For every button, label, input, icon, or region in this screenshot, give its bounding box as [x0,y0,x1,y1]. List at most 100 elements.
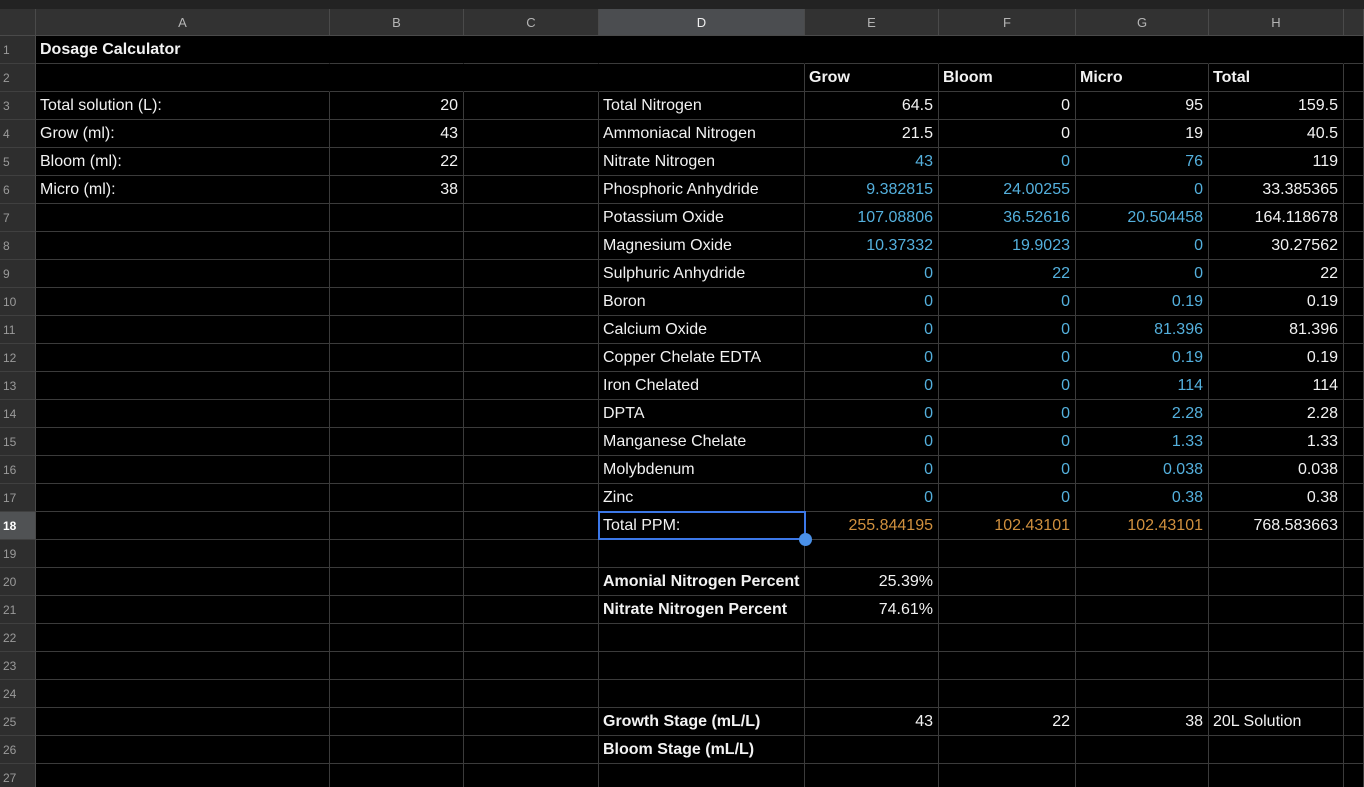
cell-D3[interactable]: Total Nitrogen [599,92,805,120]
cell-G16[interactable]: 0.038 [1076,456,1209,484]
cell-D4[interactable]: Ammoniacal Nitrogen [599,120,805,148]
cell-stub-17[interactable] [1344,484,1364,512]
cell-C14[interactable] [464,400,599,428]
row-header-4[interactable]: 4 [0,120,36,148]
cell-E12[interactable]: 0 [805,344,939,372]
cell-G27[interactable] [1076,764,1209,787]
cell-B26[interactable] [330,736,464,764]
row-header-6[interactable]: 6 [0,176,36,204]
cell-C15[interactable] [464,428,599,456]
cell-G10[interactable]: 0.19 [1076,288,1209,316]
row-header-27[interactable]: 27 [0,764,36,787]
cell-H24[interactable] [1209,680,1344,708]
cell-B6[interactable]: 38 [330,176,464,204]
cell-F6[interactable]: 24.00255 [939,176,1076,204]
cell-A6[interactable]: Micro (ml): [36,176,330,204]
cell-H1[interactable] [1209,36,1344,64]
cell-A21[interactable] [36,596,330,624]
cell-D21[interactable]: Nitrate Nitrogen Percent [599,596,805,624]
cell-F3[interactable]: 0 [939,92,1076,120]
cell-H10[interactable]: 0.19 [1209,288,1344,316]
col-header-F[interactable]: F [939,9,1076,36]
cell-stub-22[interactable] [1344,624,1364,652]
cell-G5[interactable]: 76 [1076,148,1209,176]
cell-F11[interactable]: 0 [939,316,1076,344]
cell-G1[interactable] [1076,36,1209,64]
cell-A14[interactable] [36,400,330,428]
cell-F26[interactable] [939,736,1076,764]
cell-E6[interactable]: 9.382815 [805,176,939,204]
select-all-corner[interactable] [0,9,36,36]
cell-H26[interactable] [1209,736,1344,764]
cell-F25[interactable]: 22 [939,708,1076,736]
cell-stub-24[interactable] [1344,680,1364,708]
cell-G8[interactable]: 0 [1076,232,1209,260]
cell-E26[interactable] [805,736,939,764]
cell-stub-23[interactable] [1344,652,1364,680]
cell-C10[interactable] [464,288,599,316]
cell-C1[interactable] [464,36,599,64]
cell-H21[interactable] [1209,596,1344,624]
cell-E1[interactable] [805,36,939,64]
cell-D2[interactable] [599,64,805,92]
cell-D15[interactable]: Manganese Chelate [599,428,805,456]
row-header-17[interactable]: 17 [0,484,36,512]
row-header-19[interactable]: 19 [0,540,36,568]
cell-G17[interactable]: 0.38 [1076,484,1209,512]
cell-stub-27[interactable] [1344,764,1364,787]
row-header-15[interactable]: 15 [0,428,36,456]
cell-stub-4[interactable] [1344,120,1364,148]
cell-C7[interactable] [464,204,599,232]
cell-stub-18[interactable] [1344,512,1364,540]
cell-A27[interactable] [36,764,330,787]
cell-E17[interactable]: 0 [805,484,939,512]
cell-B22[interactable] [330,624,464,652]
cell-C22[interactable] [464,624,599,652]
col-header-D[interactable]: D [599,9,805,36]
cell-stub-7[interactable] [1344,204,1364,232]
col-header-C[interactable]: C [464,9,599,36]
cell-stub-9[interactable] [1344,260,1364,288]
row-header-18[interactable]: 18 [0,512,36,540]
cell-B3[interactable]: 20 [330,92,464,120]
cell-E15[interactable]: 0 [805,428,939,456]
cell-H4[interactable]: 40.5 [1209,120,1344,148]
cell-G26[interactable] [1076,736,1209,764]
row-header-7[interactable]: 7 [0,204,36,232]
cell-C12[interactable] [464,344,599,372]
row-header-21[interactable]: 21 [0,596,36,624]
cell-stub-3[interactable] [1344,92,1364,120]
cell-B2[interactable] [330,64,464,92]
cell-C19[interactable] [464,540,599,568]
cell-E11[interactable]: 0 [805,316,939,344]
cell-A24[interactable] [36,680,330,708]
cell-C9[interactable] [464,260,599,288]
cell-A3[interactable]: Total solution (L): [36,92,330,120]
cell-D6[interactable]: Phosphoric Anhydride [599,176,805,204]
cell-A2[interactable] [36,64,330,92]
cell-H20[interactable] [1209,568,1344,596]
cell-H19[interactable] [1209,540,1344,568]
cell-C26[interactable] [464,736,599,764]
cell-F5[interactable]: 0 [939,148,1076,176]
cell-C27[interactable] [464,764,599,787]
cell-A15[interactable] [36,428,330,456]
cell-F18[interactable]: 102.43101 [939,512,1076,540]
cell-G7[interactable]: 20.504458 [1076,204,1209,232]
cell-A8[interactable] [36,232,330,260]
cell-C6[interactable] [464,176,599,204]
cell-A26[interactable] [36,736,330,764]
cell-D16[interactable]: Molybdenum [599,456,805,484]
cell-stub-8[interactable] [1344,232,1364,260]
cell-stub-21[interactable] [1344,596,1364,624]
col-header-B[interactable]: B [330,9,464,36]
cell-A16[interactable] [36,456,330,484]
cell-D1[interactable] [599,36,805,64]
cell-G3[interactable]: 95 [1076,92,1209,120]
cell-A12[interactable] [36,344,330,372]
cell-B13[interactable] [330,372,464,400]
cell-H7[interactable]: 164.118678 [1209,204,1344,232]
cell-stub-26[interactable] [1344,736,1364,764]
cell-stub-25[interactable] [1344,708,1364,736]
cell-B5[interactable]: 22 [330,148,464,176]
